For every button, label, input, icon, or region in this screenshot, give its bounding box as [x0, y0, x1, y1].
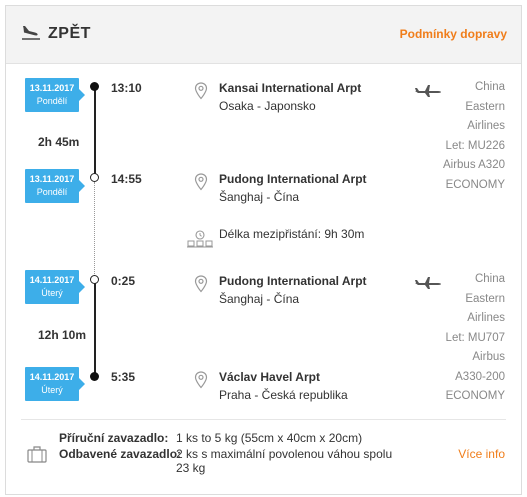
airport-name: Pudong International Arpt: [219, 172, 367, 186]
checked-baggage-label: Odbavené zavazadlo:: [59, 447, 182, 461]
airport-name: Václav Havel Arpt: [219, 370, 320, 384]
checked-baggage-value: 23 kg: [176, 461, 206, 475]
cabin-baggage-label: Příruční zavazadlo:: [59, 431, 169, 445]
arrival-time: 14:55: [111, 172, 142, 186]
airport-name: Kansai International Arpt: [219, 81, 362, 95]
weekday-text: Pondělí: [36, 187, 68, 197]
date-text: 13.11.2017: [29, 83, 75, 93]
cabin-class: ECONOMY: [445, 178, 505, 191]
timeline-departure-dot: [90, 275, 99, 284]
section-title: ZPĚT: [48, 25, 91, 42]
airport-location: Praha - Česká republika: [219, 388, 348, 402]
date-badge: 13.11.2017 Pondělí: [25, 78, 85, 112]
timeline-departure-dot: [90, 82, 99, 91]
date-text: 14.11.2017: [29, 275, 75, 285]
layover-duration: Délka mezipřistání: 9h 30m: [219, 227, 365, 241]
map-pin-icon: [194, 82, 208, 100]
date-badge: 14.11.2017 Úterý: [25, 270, 85, 304]
checked-baggage-value: 2 ks s maximální povolenou váhou spolu: [176, 447, 393, 461]
weekday-text: Pondělí: [36, 96, 68, 106]
flight-number: Let: MU707: [445, 331, 505, 344]
aircraft-type: Airbus: [472, 351, 505, 363]
luggage-icon: [27, 446, 47, 463]
flight-detail-card: ZPĚT Podmínky dopravy 13.11.2017 Pondělí…: [5, 5, 522, 495]
date-badge: 13.11.2017 Pondělí: [25, 169, 85, 203]
timeline-arrival-dot: [90, 372, 99, 381]
timeline-flight-line: [94, 87, 96, 178]
cabin-class: ECONOMY: [445, 390, 505, 402]
airport-location: Osaka - Japonsko: [219, 99, 316, 113]
card-header: ZPĚT Podmínky dopravy: [6, 6, 521, 64]
flight-duration: 2h 45m: [38, 135, 80, 149]
timeline-layover-line: [94, 182, 95, 278]
map-pin-icon: [194, 275, 208, 293]
aircraft-type: Airbus A320: [442, 159, 505, 171]
date-text: 14.11.2017: [29, 372, 75, 382]
departure-time: 0:25: [111, 274, 136, 288]
more-info-link[interactable]: Více info: [458, 447, 505, 461]
flight-number: Let: MU226: [445, 139, 505, 152]
timeline-arrival-dot: [90, 173, 99, 182]
airport-location: Šanghaj - Čína: [219, 190, 300, 204]
airline-text: China: [474, 273, 505, 285]
airline-text: Airlines: [467, 312, 505, 324]
weekday-text: Úterý: [41, 288, 63, 298]
timeline-flight-line: [94, 282, 96, 377]
divider: [21, 419, 506, 420]
airline-text: Eastern: [465, 100, 505, 113]
flight-info: China Eastern Airlines Let: MU707 Airbus…: [415, 270, 505, 407]
waiting-room-icon: [187, 230, 213, 248]
date-text: 13.11.2017: [29, 174, 75, 184]
weekday-text: Úterý: [41, 385, 63, 395]
plane-landing-icon: [22, 26, 40, 40]
airport-location: Šanghaj - Čína: [219, 292, 300, 306]
date-badge: 14.11.2017 Úterý: [25, 367, 85, 401]
airline-text: China: [474, 81, 505, 93]
transport-terms-link[interactable]: Podmínky dopravy: [400, 27, 507, 41]
departure-time: 13:10: [111, 81, 142, 95]
airline-text: Eastern: [465, 292, 505, 305]
arrival-time: 5:35: [111, 370, 136, 384]
map-pin-icon: [194, 371, 208, 389]
airline-text: Airlines: [467, 120, 505, 132]
airport-name: Pudong International Arpt: [219, 274, 367, 288]
flight-duration: 12h 10m: [38, 328, 87, 342]
map-pin-icon: [194, 173, 208, 191]
aircraft-type: A330-200: [455, 370, 505, 383]
cabin-baggage-value: 1 ks to 5 kg (55cm x 40cm x 20cm): [176, 431, 363, 445]
flight-info: China Eastern Airlines Let: MU226 Airbus…: [415, 78, 505, 195]
